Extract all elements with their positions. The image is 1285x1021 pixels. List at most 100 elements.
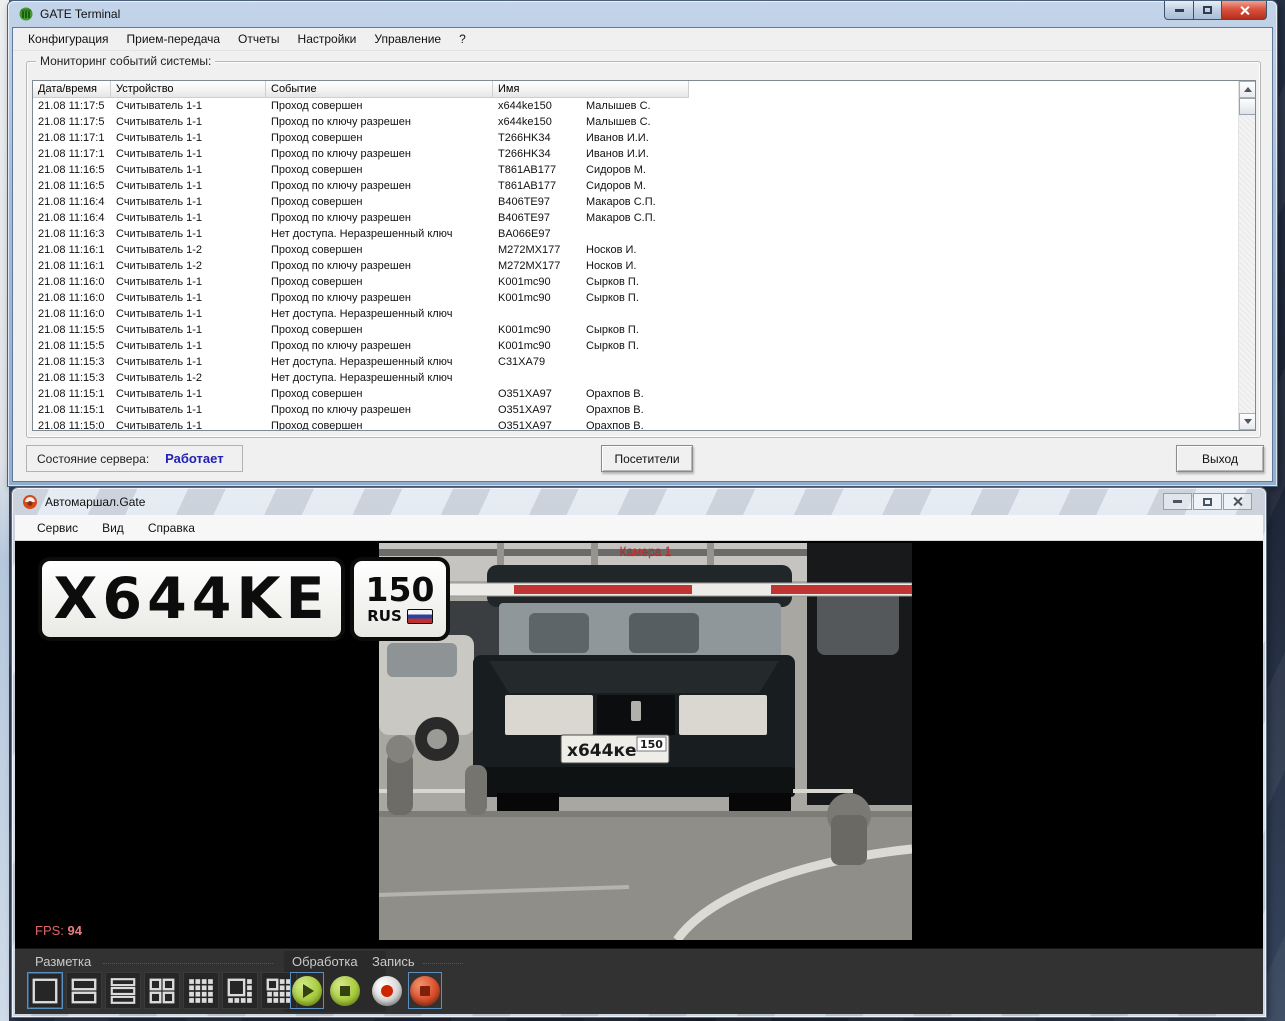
exit-button[interactable]: Выход	[1176, 445, 1264, 472]
record-stop-button[interactable]	[408, 972, 442, 1009]
close-button[interactable]	[1222, 1, 1267, 20]
minimize-icon	[1175, 9, 1184, 12]
minimize-button[interactable]	[1163, 493, 1192, 510]
table-row[interactable]: 21.08 11:17:5Считыватель 1-1Проход по кл…	[33, 114, 1238, 130]
column-header-device[interactable]: Устройство	[111, 81, 266, 98]
table-row[interactable]: 21.08 11:15:1Считыватель 1-1Проход по кл…	[33, 402, 1238, 418]
table-row[interactable]: 21.08 11:16:1Считыватель 1-2Проход по кл…	[33, 258, 1238, 274]
menu-service[interactable]: Сервис	[25, 517, 90, 539]
plate-text: T861AB177	[498, 180, 586, 192]
layout-1-plus-7-button[interactable]	[222, 972, 258, 1009]
owner-text: Сырков П.	[586, 292, 639, 304]
cell-event: Проход по ключу разрешен	[266, 260, 493, 272]
menu-settings[interactable]: Настройки	[289, 29, 366, 49]
layout-buttons	[27, 972, 297, 1009]
cell-datetime: 21.08 11:17:5	[33, 100, 111, 112]
layout-3-rows-icon	[110, 978, 136, 1004]
table-row[interactable]: 21.08 11:16:4Считыватель 1-1Проход по кл…	[33, 210, 1238, 226]
cell-device: Считыватель 1-1	[111, 148, 266, 160]
visitors-button[interactable]: Посетители	[601, 445, 693, 472]
scrollbar-thumb[interactable]	[1239, 98, 1256, 115]
layout-2x2-button[interactable]	[144, 972, 180, 1009]
scroll-up-button[interactable]	[1239, 81, 1256, 98]
table-row[interactable]: 21.08 11:17:5Считыватель 1-1Проход совер…	[33, 98, 1238, 114]
plate-text: C31XA79	[498, 356, 586, 368]
processing-start-button[interactable]	[290, 972, 324, 1009]
menu-configuration[interactable]: Конфигурация	[19, 29, 118, 49]
layout-2x2-icon	[149, 978, 175, 1004]
menubar: Сервис Вид Справка	[15, 515, 1263, 541]
automarshal-window: Автомаршал.Gate Сервис Вид Справка	[12, 488, 1266, 1017]
layout-single-button[interactable]	[27, 972, 63, 1009]
table-row[interactable]: 21.08 11:16:5Считыватель 1-1Проход по кл…	[33, 178, 1238, 194]
cell-name: K001mc90Сырков П.	[493, 340, 1238, 352]
table-row[interactable]: 21.08 11:16:0Считыватель 1-1Нет доступа.…	[33, 306, 1238, 322]
table-row[interactable]: 21.08 11:16:3Считыватель 1-1Нет доступа.…	[33, 226, 1238, 242]
layout-2-rows-button[interactable]	[66, 972, 102, 1009]
cell-event: Проход совершен	[266, 388, 493, 400]
table-row[interactable]: 21.08 11:15:5Считыватель 1-1Проход совер…	[33, 322, 1238, 338]
record-icon	[381, 985, 393, 997]
table-row[interactable]: 21.08 11:15:0Считыватель 1-1Проход совер…	[33, 418, 1238, 430]
table-row[interactable]: 21.08 11:16:0Считыватель 1-1Проход совер…	[33, 274, 1238, 290]
arrow-up-icon	[1244, 87, 1252, 92]
layout-3-rows-button[interactable]	[105, 972, 141, 1009]
cell-event: Проход совершен	[266, 276, 493, 288]
cell-device: Считыватель 1-1	[111, 132, 266, 144]
table-row[interactable]: 21.08 11:15:5Считыватель 1-1Проход по кл…	[33, 338, 1238, 354]
menu-view[interactable]: Вид	[90, 517, 136, 539]
cell-name: K001mc90Сырков П.	[493, 324, 1238, 336]
maximize-button[interactable]	[1194, 1, 1222, 20]
minimize-button[interactable]	[1164, 1, 1194, 20]
menu-help[interactable]: ?	[450, 29, 475, 49]
automarshal-titlebar[interactable]: Автомаршал.Gate	[12, 488, 1266, 515]
layout-4x4-button[interactable]	[183, 972, 219, 1009]
cell-datetime: 21.08 11:16:4	[33, 196, 111, 208]
table-row[interactable]: 21.08 11:16:0Считыватель 1-1Проход по кл…	[33, 290, 1238, 306]
fps-label: FPS:	[35, 923, 64, 938]
table-row[interactable]: 21.08 11:15:3Считыватель 1-2Нет доступа.…	[33, 370, 1238, 386]
table-row[interactable]: 21.08 11:15:3Считыватель 1-1Нет доступа.…	[33, 354, 1238, 370]
cell-device: Считыватель 1-1	[111, 292, 266, 304]
table-row[interactable]: 21.08 11:17:1Считыватель 1-1Проход по кл…	[33, 146, 1238, 162]
gate-terminal-titlebar[interactable]: GATE Terminal	[8, 1, 1277, 27]
table-row[interactable]: 21.08 11:15:1Считыватель 1-1Проход совер…	[33, 386, 1238, 402]
record-start-button[interactable]	[370, 972, 404, 1009]
menu-management[interactable]: Управление	[365, 29, 450, 49]
menu-reports[interactable]: Отчеты	[229, 29, 288, 49]
cell-name: K001mc90Сырков П.	[493, 292, 1238, 304]
owner-text: Малышев С.	[586, 116, 651, 128]
column-header-name[interactable]: Имя	[493, 81, 689, 98]
plate-text: x644ke150	[498, 100, 586, 112]
maximize-button[interactable]	[1193, 493, 1222, 510]
close-button[interactable]	[1223, 493, 1252, 510]
scroll-down-button[interactable]	[1239, 413, 1256, 430]
plate-text: K001mc90	[498, 292, 586, 304]
cell-datetime: 21.08 11:16:4	[33, 212, 111, 224]
maximize-icon	[1203, 6, 1212, 14]
layout-section-label: Разметка	[35, 954, 91, 969]
layout-1-plus-grid-icon	[266, 978, 292, 1004]
table-row[interactable]: 21.08 11:16:1Считыватель 1-2Проход совер…	[33, 242, 1238, 258]
cell-event: Нет доступа. Неразрешенный ключ	[266, 308, 493, 320]
menu-transfer[interactable]: Прием-передача	[118, 29, 230, 49]
cell-event: Нет доступа. Неразрешенный ключ	[266, 228, 493, 240]
cell-datetime: 21.08 11:16:0	[33, 276, 111, 288]
menu-help[interactable]: Справка	[136, 517, 207, 539]
vertical-scrollbar[interactable]	[1238, 81, 1255, 430]
cell-name: T266HK34Иванов И.И.	[493, 132, 1238, 144]
column-header-datetime[interactable]: Дата/время	[33, 81, 111, 98]
processing-stop-button[interactable]	[328, 972, 362, 1009]
plate-text: T266HK34	[498, 132, 586, 144]
column-header-event[interactable]: Событие	[266, 81, 493, 98]
table-row[interactable]: 21.08 11:16:4Считыватель 1-1Проход совер…	[33, 194, 1238, 210]
table-row[interactable]: 21.08 11:17:1Считыватель 1-1Проход совер…	[33, 130, 1238, 146]
owner-text: Сидоров М.	[586, 164, 646, 176]
cell-datetime: 21.08 11:15:3	[33, 356, 111, 368]
plate-text: B406TE97	[498, 212, 586, 224]
cell-event: Проход по ключу разрешен	[266, 148, 493, 160]
cell-device: Считыватель 1-1	[111, 212, 266, 224]
table-row[interactable]: 21.08 11:16:5Считыватель 1-1Проход совер…	[33, 162, 1238, 178]
server-status-label: Состояние сервера:	[37, 452, 149, 466]
plate-text: K001mc90	[498, 276, 586, 288]
